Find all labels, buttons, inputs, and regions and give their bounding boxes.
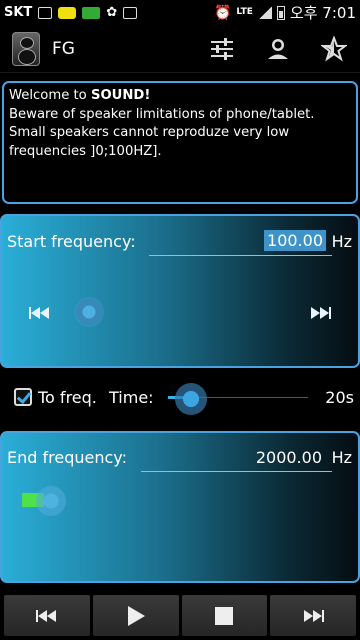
end-frequency-input[interactable]: 2000.00 — [256, 448, 322, 467]
end-frequency-slider-thumb[interactable] — [36, 486, 66, 516]
kakao-icon — [58, 6, 77, 19]
equalizer-button[interactable] — [208, 35, 236, 63]
status-bar: SKT ✿ ⏰ LTE 오후 7:01 — [0, 0, 360, 25]
welcome-body: Beware of speaker limitations of phone/t… — [9, 106, 315, 159]
rewind-icon — [35, 609, 56, 622]
profile-button[interactable] — [264, 35, 292, 63]
action-bar: FG — [0, 25, 360, 73]
clock: 오후 7:01 — [289, 4, 356, 22]
end-frequency-underline — [141, 471, 332, 472]
start-frequency-input[interactable]: 100.00 — [264, 230, 326, 251]
to-freq-checkbox[interactable] — [14, 388, 32, 406]
end-frequency-unit: Hz — [331, 448, 352, 467]
signal-icon — [257, 6, 272, 19]
to-freq-label[interactable]: To freq. — [38, 388, 97, 407]
image-icon — [38, 6, 53, 19]
welcome-app-name: SOUND! — [90, 88, 151, 103]
app-title: FG — [52, 38, 75, 59]
add-favorite-button[interactable] — [320, 35, 348, 63]
network-type: LTE — [236, 7, 253, 17]
play-icon — [127, 605, 145, 626]
battery-icon — [276, 5, 285, 20]
time-slider-thumb[interactable] — [175, 383, 207, 415]
message-icon — [82, 6, 101, 19]
alarm-icon: ⏰ — [213, 4, 232, 21]
start-increase-button[interactable] — [306, 302, 334, 324]
end-frequency-panel: End frequency: 2000.00 Hz — [0, 431, 360, 583]
skip-back-icon — [29, 307, 49, 319]
fast-forward-icon — [304, 609, 325, 622]
grid-icon — [123, 6, 138, 19]
speaker-icon[interactable] — [12, 31, 40, 66]
profile-icon — [268, 38, 288, 59]
end-frequency-label: End frequency: — [7, 448, 127, 467]
pawprint-icon: ✿ — [106, 5, 118, 20]
start-frequency-unit: Hz — [331, 232, 352, 251]
skip-forward-icon — [311, 307, 331, 319]
equalizer-icon — [211, 37, 233, 60]
carrier-label: SKT — [4, 5, 33, 20]
sweep-row: To freq. Time: 20s — [0, 380, 360, 416]
start-frequency-panel: Start frequency: 100.00 Hz — [0, 214, 360, 368]
stop-button[interactable] — [181, 595, 268, 636]
star-add-icon — [321, 35, 347, 62]
time-value: 20s — [325, 388, 354, 407]
time-label: Time: — [109, 388, 154, 407]
start-decrease-button[interactable] — [26, 302, 54, 324]
welcome-message: Welcome to SOUND! Beware of speaker limi… — [2, 81, 358, 204]
start-frequency-underline — [149, 255, 332, 256]
start-frequency-label: Start frequency: — [7, 232, 136, 251]
rewind-button[interactable] — [4, 595, 90, 636]
playback-controls — [0, 595, 360, 640]
stop-icon — [215, 606, 234, 625]
play-button[interactable] — [92, 595, 179, 636]
welcome-prefix: Welcome to — [9, 88, 91, 103]
fast-forward-button[interactable] — [270, 595, 356, 636]
start-frequency-slider-thumb[interactable] — [74, 297, 104, 327]
